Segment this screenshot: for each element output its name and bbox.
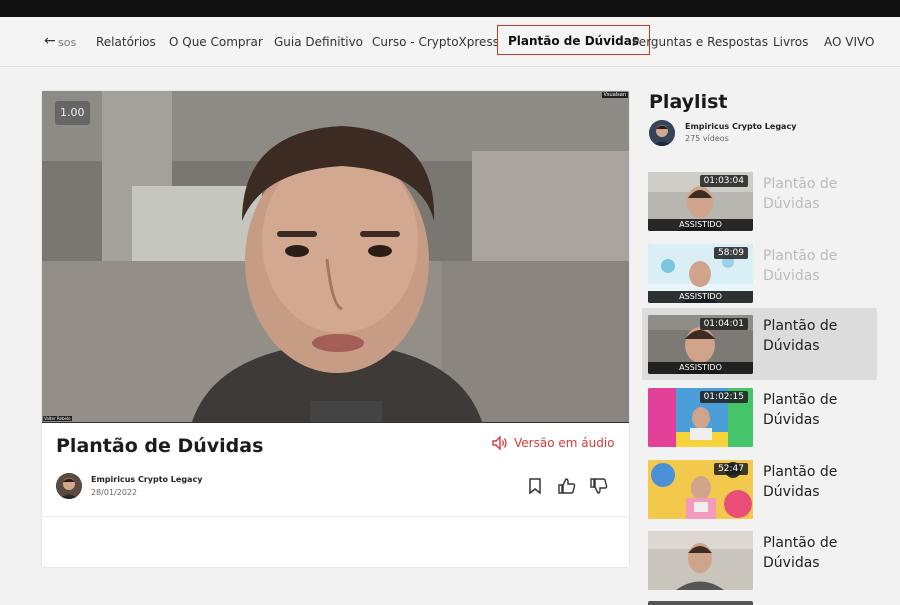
- publish-date: 28/01/2022: [91, 488, 138, 497]
- video-thumbnail[interactable]: 01:02:15: [648, 388, 753, 447]
- duration-badge: 01:04:01: [699, 318, 748, 330]
- top-bar: [0, 0, 900, 17]
- playlist-item-title[interactable]: Plantão de Dúvidas: [763, 316, 873, 356]
- speaker-icon: [492, 436, 507, 450]
- nav-item-o-que-comprar[interactable]: O Que Comprar: [169, 35, 263, 49]
- playlist-title: Playlist: [649, 91, 728, 113]
- nav-item-ao-vivo[interactable]: AO VIVO: [824, 35, 874, 49]
- nav-item-perguntas-e-respostas[interactable]: Perguntas e Respostas: [632, 35, 768, 49]
- nav-item-relatorios[interactable]: Relatórios: [96, 35, 156, 49]
- bookmark-icon[interactable]: [525, 476, 545, 496]
- playlist-item-title[interactable]: Plantão de Dúvidas: [763, 390, 873, 430]
- nav-item-guia-definitivo[interactable]: Guia Definitivo: [274, 35, 363, 49]
- nav-item-plantao-de-duvidas[interactable]: Plantão de Dúvidas: [497, 25, 650, 55]
- playback-speed-button[interactable]: 1.00: [55, 101, 90, 125]
- video-thumbnail[interactable]: 01:04:01 ASSISTIDO: [648, 315, 753, 374]
- video-thumbnail[interactable]: 52:47: [648, 460, 753, 519]
- video-frame: [42, 91, 629, 422]
- author-avatar: [56, 473, 82, 499]
- video-thumbnail[interactable]: [648, 531, 753, 590]
- video-card: 1.00 Vsualsan Valter Rebelo Plantão de D…: [41, 90, 630, 568]
- playlist-item[interactable]: 01:03:04 ASSISTIDO Plantão de Dúvidas: [642, 172, 877, 244]
- watermark-badge: Vsualsan: [601, 92, 628, 98]
- main-nav: ← sos Relatórios O Que Comprar Guia Defi…: [0, 17, 900, 67]
- thumbs-up-icon[interactable]: [557, 476, 577, 496]
- watched-label: ASSISTIDO: [648, 219, 753, 231]
- watched-label: ASSISTIDO: [648, 291, 753, 303]
- playlist-item-title[interactable]: Plantão de Dúvidas: [763, 174, 873, 214]
- playlist-item[interactable]: 52:47 Plantão de Dúvidas: [642, 460, 877, 532]
- participant-name-tag: Valter Rebelo: [43, 416, 72, 421]
- channel-name[interactable]: Empiricus Crypto Legacy: [685, 122, 796, 131]
- nav-item-truncated[interactable]: sos: [58, 36, 76, 49]
- thumbs-down-icon[interactable]: [589, 476, 609, 496]
- duration-badge: 52:47: [714, 463, 748, 475]
- playlist-item-title[interactable]: Plantão de Dúvidas: [763, 533, 873, 573]
- nav-item-livros[interactable]: Livros: [773, 35, 808, 49]
- author-name[interactable]: Empiricus Crypto Legacy: [91, 475, 202, 484]
- playlist-item[interactable]: 01:02:15 Plantão de Dúvidas: [642, 388, 877, 460]
- back-arrow-icon[interactable]: ←: [44, 33, 56, 49]
- playlist-item[interactable]: Plantão de Dúvidas: [642, 531, 877, 603]
- playlist-item-title[interactable]: Plantão de Dúvidas: [763, 462, 873, 502]
- duration-badge: 01:02:15: [699, 391, 748, 403]
- video-thumbnail[interactable]: 01:03:04 ASSISTIDO: [648, 172, 753, 231]
- video-count: 275 vídeos: [685, 134, 729, 143]
- playlist-item-partial[interactable]: [648, 601, 753, 605]
- video-player[interactable]: 1.00 Vsualsan Valter Rebelo: [42, 91, 629, 422]
- playlist-item-title[interactable]: Plantão de Dúvidas: [763, 246, 873, 286]
- nav-item-curso-cryptoxpress[interactable]: Curso - CryptoXpress: [372, 35, 499, 49]
- playlist-item-current[interactable]: 01:04:01 ASSISTIDO Plantão de Dúvidas: [642, 308, 877, 380]
- duration-badge: 01:03:04: [699, 175, 748, 187]
- duration-badge: 58:09: [714, 247, 748, 259]
- watched-label: ASSISTIDO: [648, 362, 753, 374]
- video-progress-line[interactable]: [42, 422, 629, 423]
- channel-avatar: [649, 120, 675, 146]
- playlist-item[interactable]: 58:09 ASSISTIDO Plantão de Dúvidas: [642, 244, 877, 316]
- card-divider: [42, 516, 629, 517]
- audio-version-label: Versão em áudio: [514, 436, 615, 450]
- video-title: Plantão de Dúvidas: [56, 435, 264, 457]
- audio-version-link[interactable]: Versão em áudio: [492, 436, 615, 450]
- video-thumbnail[interactable]: 58:09 ASSISTIDO: [648, 244, 753, 303]
